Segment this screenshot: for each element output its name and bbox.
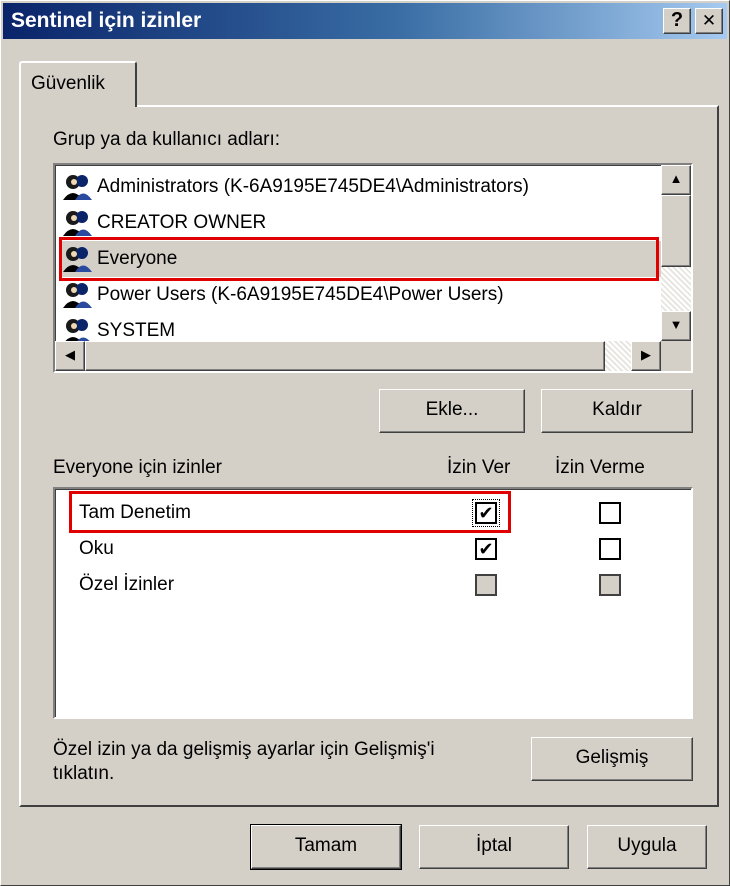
user-name: Everyone <box>97 248 178 269</box>
user-name: Administrators (K-6A9195E745DE4\Administ… <box>97 176 529 197</box>
apply-button[interactable]: Uygula <box>587 825 707 869</box>
list-item[interactable]: Administrators (K-6A9195E745DE4\Administ… <box>61 169 661 205</box>
user-group-icon <box>63 175 92 200</box>
scroll-thumb[interactable] <box>661 195 691 267</box>
close-button[interactable]: ✕ <box>695 8 723 34</box>
window-title: Sentinel için izinler <box>11 9 202 32</box>
list-item[interactable]: CREATOR OWNER <box>61 205 661 241</box>
scroll-left-icon[interactable]: ◀ <box>55 341 85 371</box>
advanced-hint-line1: Özel izin ya da gelişmiş ayarlar için Ge… <box>53 739 435 760</box>
title-bar[interactable]: Sentinel için izinler ? ✕ <box>3 3 727 39</box>
user-group-icon <box>63 211 92 236</box>
permissions-list: Tam Denetim ✔ Oku ✔ Özel İzinler <box>53 487 693 719</box>
horizontal-scrollbar[interactable]: ◀ ▶ <box>55 341 661 371</box>
advanced-button[interactable]: Gelişmiş <box>531 737 693 781</box>
deny-checkbox[interactable] <box>599 538 621 560</box>
advanced-hint-line2: tıklatın. <box>53 763 115 784</box>
help-button[interactable]: ? <box>663 8 691 34</box>
user-group-icon <box>63 283 92 308</box>
user-name: CREATOR OWNER <box>97 212 267 233</box>
scroll-down-icon[interactable]: ▼ <box>661 311 691 341</box>
permission-name: Özel İzinler <box>79 574 175 595</box>
deny-checkbox-disabled <box>599 574 621 596</box>
users-label: Grup ya da kullanıcı adları: <box>53 129 281 150</box>
permission-row: Oku ✔ <box>55 531 691 567</box>
user-name: Power Users (K-6A9195E745DE4\Power Users… <box>97 284 504 305</box>
allow-checkbox[interactable]: ✔ <box>475 538 497 560</box>
vertical-scrollbar[interactable]: ▲ ▼ <box>661 165 691 341</box>
scroll-up-icon[interactable]: ▲ <box>661 165 691 195</box>
users-listbox[interactable]: Administrators (K-6A9195E745DE4\Administ… <box>53 163 693 373</box>
list-item-selected[interactable]: Everyone <box>61 241 665 277</box>
tab-security[interactable]: Güvenlik <box>19 61 137 107</box>
permission-row: Tam Denetim ✔ <box>55 495 691 531</box>
scroll-right-icon[interactable]: ▶ <box>631 341 661 371</box>
tab-security-label: Güvenlik <box>31 73 105 94</box>
dialog-window: Sentinel için izinler ? ✕ Güvenlik Grup … <box>0 0 730 886</box>
cancel-button[interactable]: İptal <box>419 825 569 869</box>
permission-row: Özel İzinler <box>55 567 691 603</box>
permission-name: Tam Denetim <box>79 502 191 523</box>
list-item[interactable]: Power Users (K-6A9195E745DE4\Power Users… <box>61 277 661 313</box>
permissions-label: Everyone için izinler <box>53 457 222 478</box>
scroll-corner <box>661 341 691 371</box>
allow-checkbox-disabled <box>475 574 497 596</box>
permission-name: Oku <box>79 538 114 559</box>
deny-column-header: İzin Verme <box>555 457 645 478</box>
user-group-icon <box>63 247 92 272</box>
allow-checkbox[interactable]: ✔ <box>472 499 500 527</box>
deny-checkbox[interactable] <box>599 502 621 524</box>
allow-column-header: İzin Ver <box>447 457 511 478</box>
user-name: SYSTEM <box>97 320 176 341</box>
scroll-thumb-horizontal[interactable] <box>85 341 605 371</box>
ok-button[interactable]: Tamam <box>250 824 402 870</box>
remove-button[interactable]: Kaldır <box>541 389 693 433</box>
add-button[interactable]: Ekle... <box>379 389 525 433</box>
